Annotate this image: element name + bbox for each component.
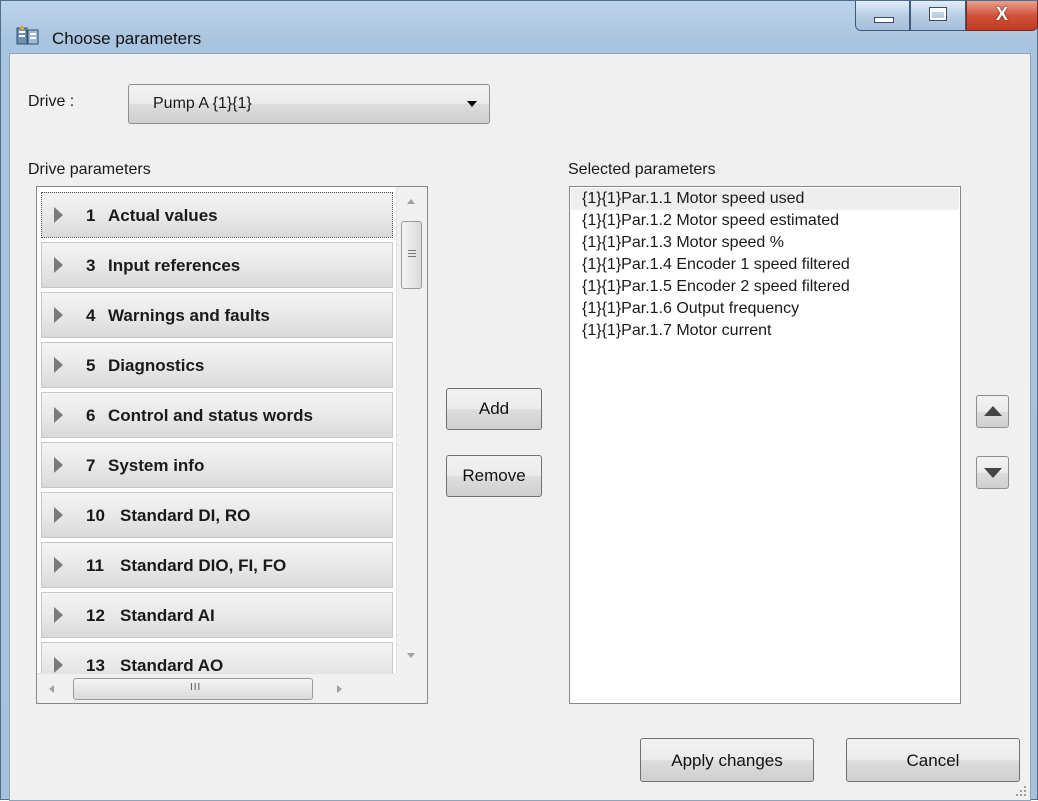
scroll-up-icon[interactable] — [407, 199, 415, 204]
drive-parameters-tree[interactable]: 1 Actual values 3 Input references 4 Warnings… — [36, 186, 428, 704]
selected-parameter-item[interactable]: {1}{1}Par.1.5 Encoder 2 speed filtered — [571, 276, 959, 298]
tree-group-item[interactable]: 12 Standard AI — [41, 592, 393, 638]
scroll-corner — [396, 673, 427, 703]
move-down-button[interactable] — [976, 456, 1009, 489]
tree-group-item[interactable]: 1 Actual values — [41, 192, 393, 238]
tree-group-number: 10 — [86, 506, 105, 525]
selected-parameter-item[interactable]: {1}{1}Par.1.6 Output frequency — [571, 298, 959, 320]
minimize-icon — [874, 17, 894, 23]
tree-group-name: Standard DIO, FI, FO — [120, 556, 287, 575]
minimize-button[interactable] — [855, 1, 910, 31]
scroll-right-icon[interactable] — [337, 685, 342, 693]
dialog-window: Choose parameters X Drive : Pump A {1}{1… — [0, 0, 1038, 801]
selected-parameter-item[interactable]: {1}{1}Par.1.2 Motor speed estimated — [571, 210, 959, 232]
scroll-left-icon[interactable] — [49, 685, 54, 693]
tree-group-item[interactable]: 7 System info — [41, 442, 393, 488]
add-button-label: Add — [478, 399, 510, 418]
tree-group-number: 4 — [86, 306, 96, 325]
tree-group-item[interactable]: 3 Input references — [41, 242, 393, 288]
drive-select[interactable]: Pump A {1}{1} — [128, 84, 490, 124]
drive-label: Drive : — [28, 93, 75, 110]
maximize-icon — [929, 7, 947, 21]
scroll-grip-icon: III — [190, 682, 202, 693]
close-button[interactable]: X — [966, 1, 1038, 31]
apply-changes-label: Apply changes — [671, 751, 783, 770]
horizontal-scroll-thumb[interactable]: III — [73, 678, 313, 700]
expand-arrow-icon[interactable] — [54, 257, 63, 273]
remove-button-label: Remove — [462, 466, 526, 485]
expand-arrow-icon[interactable] — [54, 457, 63, 473]
selected-parameter-item[interactable]: {1}{1}Par.1.3 Motor speed % — [571, 232, 959, 254]
move-up-button[interactable] — [976, 395, 1009, 428]
window-title: Choose parameters — [52, 29, 202, 48]
cancel-label: Cancel — [906, 751, 960, 770]
tree-group-name: Actual values — [108, 206, 218, 225]
tree-group-number: 5 — [86, 356, 96, 375]
tree-group-number: 11 — [86, 556, 104, 575]
tree-group-number: 12 — [86, 606, 105, 625]
tree-group-number: 7 — [86, 456, 96, 475]
arrow-down-icon — [984, 468, 1002, 478]
selected-parameter-item[interactable]: {1}{1}Par.1.4 Encoder 1 speed filtered — [571, 254, 959, 276]
expand-arrow-icon[interactable] — [54, 507, 63, 523]
tree-group-number: 3 — [86, 256, 96, 275]
scroll-down-icon[interactable] — [407, 653, 415, 658]
tree-group-name: Diagnostics — [108, 356, 205, 375]
expand-arrow-icon[interactable] — [54, 607, 63, 623]
title-bar[interactable]: Choose parameters X — [1, 1, 1038, 53]
expand-arrow-icon[interactable] — [54, 557, 63, 573]
vertical-scroll-thumb[interactable] — [401, 221, 422, 289]
tree-group-name: Control and status words — [108, 406, 313, 425]
selected-parameter-item[interactable]: {1}{1}Par.1.1 Motor speed used — [571, 188, 959, 210]
arrow-up-icon — [984, 406, 1002, 416]
maximize-button[interactable] — [910, 1, 966, 31]
tree-group-name: Standard DI, RO — [120, 506, 251, 525]
chevron-down-icon — [467, 101, 477, 107]
tree-group-item[interactable]: 6 Control and status words — [41, 392, 393, 438]
tree-group-name: Standard AI — [120, 606, 215, 625]
selected-parameter-item[interactable]: {1}{1}Par.1.7 Motor current — [571, 320, 959, 342]
expand-arrow-icon[interactable] — [54, 307, 63, 323]
app-icon — [16, 26, 39, 45]
tree-group-item[interactable]: 5 Diagnostics — [41, 342, 393, 388]
dialog-content: Drive : Pump A {1}{1} Drive parameters 1… — [9, 53, 1031, 801]
cancel-button[interactable]: Cancel — [846, 738, 1020, 782]
expand-arrow-icon[interactable] — [54, 407, 63, 423]
selected-parameters-label: Selected parameters — [568, 161, 716, 178]
vertical-scrollbar[interactable] — [396, 187, 427, 673]
add-button[interactable]: Add — [446, 388, 542, 430]
tree-group-number: 1 — [86, 206, 96, 225]
selected-parameters-list[interactable]: {1}{1}Par.1.1 Motor speed used {1}{1}Par.… — [569, 186, 961, 704]
tree-group-item[interactable]: 10 Standard DI, RO — [41, 492, 393, 538]
horizontal-scrollbar[interactable]: III — [37, 673, 396, 703]
expand-arrow-icon[interactable] — [54, 657, 63, 673]
tree-group-number: 6 — [86, 406, 96, 425]
expand-arrow-icon[interactable] — [54, 357, 63, 373]
drive-select-value: Pump A {1}{1} — [153, 95, 252, 112]
resize-grip-icon[interactable] — [1013, 783, 1027, 797]
remove-button[interactable]: Remove — [446, 455, 542, 497]
tree-group-name: Input references — [108, 256, 241, 275]
tree-group-item[interactable]: 11 Standard DIO, FI, FO — [41, 542, 393, 588]
expand-arrow-icon[interactable] — [54, 207, 63, 223]
tree-items: 1 Actual values 3 Input references 4 Warnings… — [41, 192, 393, 692]
drive-parameters-label: Drive parameters — [28, 161, 151, 178]
tree-group-item[interactable]: 4 Warnings and faults — [41, 292, 393, 338]
close-icon: X — [995, 4, 1008, 24]
tree-group-name: System info — [108, 456, 205, 475]
tree-group-name: Warnings and faults — [108, 306, 270, 325]
apply-changes-button[interactable]: Apply changes — [640, 738, 814, 782]
